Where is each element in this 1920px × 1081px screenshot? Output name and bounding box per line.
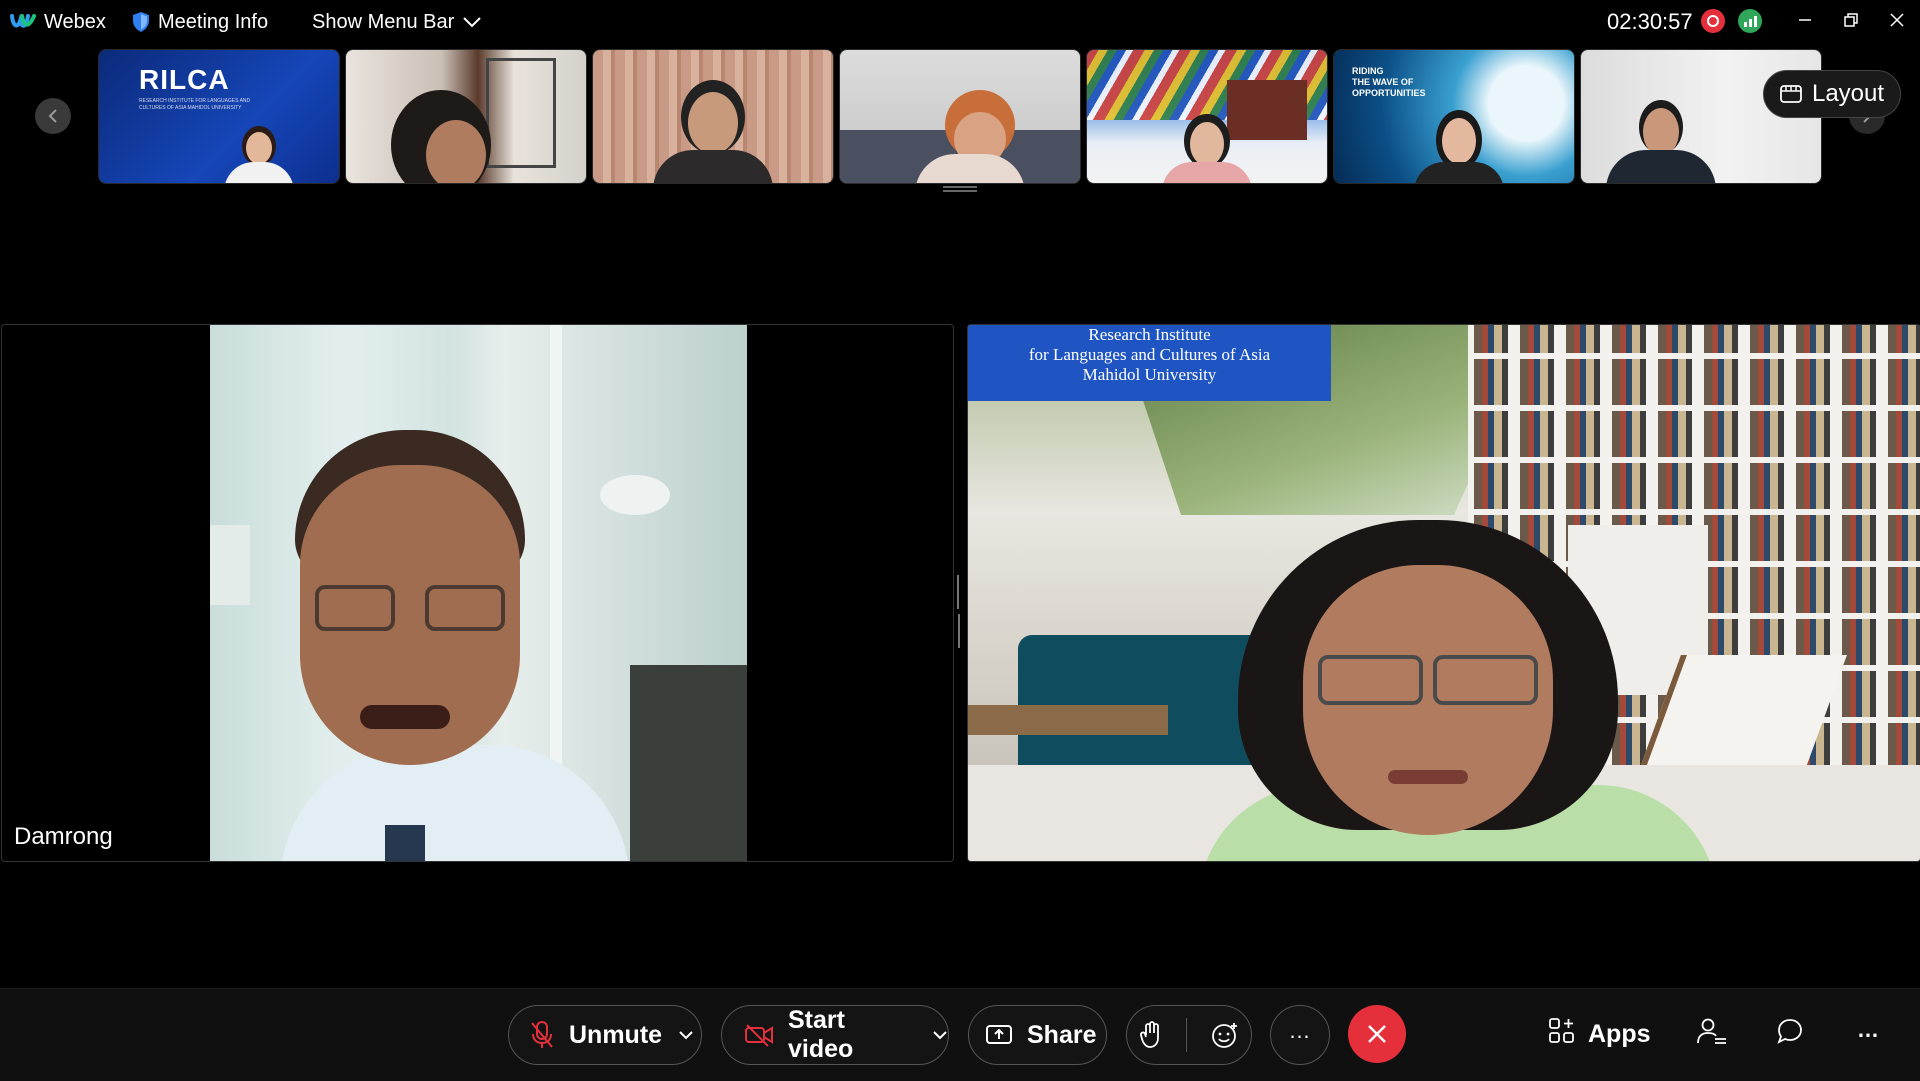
participants-button[interactable] [1697,1010,1727,1058]
close-icon [1368,1025,1386,1043]
app-name: Webex [44,10,106,33]
participant-thumbnail[interactable] [592,49,834,184]
webex-logo-icon [10,13,36,31]
leave-meeting-button[interactable] [1348,1005,1406,1063]
rilca-logo: RILCA [139,64,230,95]
meeting-info-button[interactable]: Meeting Info [132,0,268,44]
participants-icon [1697,1017,1727,1052]
apps-button[interactable]: Apps [1548,1010,1651,1058]
meeting-info-label: Meeting Info [158,10,269,33]
minimize-button[interactable] [1782,0,1828,40]
video-tile-damrong[interactable]: Damrong [1,324,954,862]
raise-hand-icon[interactable] [1139,1021,1163,1049]
video-off-icon [744,1023,774,1047]
filmstrip-resize-handle[interactable] [943,186,977,192]
institute-banner: Research Institute for Languages and Cul… [968,325,1331,401]
share-screen-icon [985,1023,1013,1047]
video-feed [968,325,1920,861]
close-icon [1890,13,1904,27]
participant-thumbnail[interactable] [839,49,1081,184]
more-options-button[interactable]: … [1270,1005,1330,1065]
unmute-label: Unmute [569,1020,663,1049]
meeting-timer: 02:30:57 [1607,9,1693,34]
reactions-icon[interactable] [1211,1021,1239,1049]
participant-thumbnail[interactable] [1086,49,1328,184]
tile-resize-handle[interactable] [957,575,963,648]
show-menu-bar-label: Show Menu Bar [312,10,455,33]
close-button[interactable] [1874,0,1920,40]
show-menu-bar-button[interactable]: Show Menu Bar [312,0,482,44]
overflow-icon: … [1857,1017,1879,1042]
share-label: Share [1027,1020,1097,1049]
video-tile-participant[interactable]: Research Institute for Languages and Cul… [967,324,1920,862]
layout-button[interactable]: Layout [1763,70,1901,118]
chevron-left-icon [48,109,57,123]
banner-line: Mahidol University [1082,365,1217,384]
divider [1186,1018,1188,1052]
participant-thumbnail[interactable]: RILCA RESEARCH INSTITUTE FOR LANGUAGES A… [98,49,340,184]
wave-caption: RIDING THE WAVE OF OPPORTUNITIES [1352,66,1426,98]
network-stats-icon[interactable] [1738,9,1762,33]
chat-icon [1776,1017,1804,1052]
start-video-button[interactable]: Start video [721,1005,949,1065]
participant-thumbnail[interactable] [345,49,587,184]
mic-muted-icon [529,1020,555,1050]
webex-app-menu[interactable]: Webex [10,0,106,44]
more-icon: … [1288,1018,1312,1043]
unmute-button[interactable]: Unmute [508,1005,702,1065]
video-feed [210,325,747,861]
apps-icon [1548,1017,1576,1052]
share-button[interactable]: Share [968,1005,1107,1065]
restore-button[interactable] [1828,0,1874,40]
banner-line: Research Institute [1088,325,1211,344]
reactions-group [1126,1005,1252,1065]
title-bar: Webex Meeting Info Show Menu Bar 02:30:5… [0,0,1920,44]
recording-icon[interactable] [1701,9,1725,33]
banner-line: for Languages and Cultures of Asia [1028,345,1271,364]
layout-label: Layout [1811,80,1885,107]
chevron-down-icon [462,16,482,28]
chat-button[interactable] [1776,1010,1804,1058]
rilca-caption: RESEARCH INSTITUTE FOR LANGUAGES AND CUL… [139,98,251,111]
layout-icon [1780,85,1802,103]
restore-icon [1844,13,1858,27]
filmstrip-prev-button[interactable] [35,98,71,134]
participant-name-label: Damrong [14,823,113,850]
start-video-label: Start video [788,1006,854,1063]
participant-thumbnail[interactable]: RIDING THE WAVE OF OPPORTUNITIES [1333,49,1575,184]
apps-label: Apps [1588,1019,1651,1048]
chevron-down-icon[interactable] [932,1030,948,1040]
more-controls-button[interactable]: … [1857,1010,1879,1058]
minimize-icon [1799,19,1811,21]
chevron-down-icon[interactable] [678,1030,694,1040]
shield-icon [132,11,150,33]
